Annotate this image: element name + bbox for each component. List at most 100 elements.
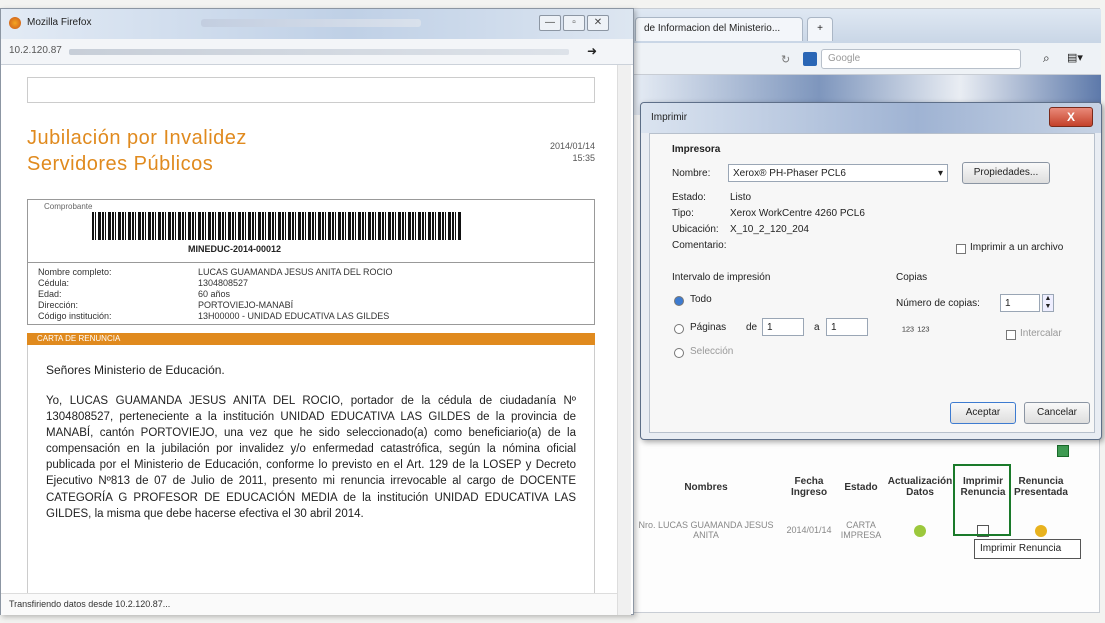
section-band: CARTA DE RENUNCIA xyxy=(27,333,595,345)
new-tab-button[interactable]: + xyxy=(807,17,833,41)
collate-illustration-icon: ¹²³ ¹²³ xyxy=(902,324,930,338)
column-header-nombres: Nombres xyxy=(684,481,728,493)
comment-label: Comentario: xyxy=(672,240,727,251)
print-dialog: Imprimir X Impresora Nombre: Xerox® PH-P… xyxy=(640,102,1102,440)
type-label: Tipo: xyxy=(672,208,694,219)
reload-icon[interactable]: ↻ xyxy=(781,53,790,66)
info-label: Dirección: xyxy=(38,300,79,310)
info-label: Edad: xyxy=(38,289,62,299)
copies-title: Copias xyxy=(896,272,928,283)
accept-button[interactable]: Aceptar xyxy=(950,402,1016,424)
location-label: Ubicación: xyxy=(672,224,719,235)
barcode-text: MINEDUC-2014-00012 xyxy=(188,244,282,254)
range-title: Intervalo de impresión xyxy=(672,272,771,283)
range-pages-label: Páginas xyxy=(690,322,727,333)
cell-fecha: 2014/01/14 xyxy=(786,525,832,536)
google-icon xyxy=(803,52,817,66)
navigation-bar: ↻ Google ⌕ ▤▾ xyxy=(631,43,1101,75)
update-status-icon[interactable] xyxy=(914,525,926,537)
cell-nombres: Nro. LUCAS GUAMANDA JESUS ANITA xyxy=(638,520,774,540)
print-to-file-checkbox[interactable] xyxy=(956,244,966,254)
dialog-title: Imprimir xyxy=(651,112,688,123)
highlight-print-column xyxy=(953,464,1011,536)
url-rest xyxy=(69,49,569,55)
tab-ministerio[interactable]: de Informacion del Ministerio... xyxy=(635,17,803,41)
cell-estado: CARTA IMPRESA xyxy=(840,520,882,540)
range-selection-radio[interactable] xyxy=(674,348,684,358)
update-data-cell xyxy=(885,519,955,543)
info-value: LUCAS GUAMANDA JESUS ANITA DEL ROCIO xyxy=(198,267,393,277)
window-close-button[interactable]: ✕ xyxy=(587,15,609,31)
firefox-icon xyxy=(9,17,21,29)
column-header-fecha: Fecha Ingreso xyxy=(790,476,828,498)
pages-to-input[interactable]: 1 xyxy=(826,318,868,336)
letter-box: Señores Ministerio de Educación. Yo, LUC… xyxy=(27,345,595,595)
range-selection-label: Selección xyxy=(690,346,734,357)
barcode-label: Comprobante xyxy=(44,202,93,211)
search-input[interactable]: Google xyxy=(821,49,1021,69)
url-text: 10.2.120.87 xyxy=(9,45,62,56)
popup-title-rest xyxy=(201,19,421,27)
popup-url-bar[interactable]: 10.2.120.87 ➜ xyxy=(1,39,633,65)
range-pages-radio[interactable] xyxy=(674,324,684,334)
close-button[interactable]: X xyxy=(1049,107,1093,127)
status-value: Listo xyxy=(730,192,752,203)
range-all-radio[interactable] xyxy=(674,296,684,306)
menu-icon[interactable]: ▤▾ xyxy=(1067,51,1083,64)
document-date: 2014/01/14 xyxy=(549,141,595,151)
status-label: Estado: xyxy=(672,192,706,203)
go-arrow-icon[interactable]: ➜ xyxy=(587,44,597,58)
collate-checkbox[interactable] xyxy=(1006,330,1016,340)
info-value: 1304808527 xyxy=(198,278,249,288)
letter-greeting: Señores Ministerio de Educación. xyxy=(46,363,225,377)
info-label: Código institución: xyxy=(38,311,112,321)
printer-select-value: Xerox® PH-Phaser PCL6 xyxy=(733,168,846,179)
search-icon[interactable]: ⌕ xyxy=(1043,51,1050,66)
printer-select[interactable]: Xerox® PH-Phaser PCL6 ▾ xyxy=(728,164,948,182)
info-value: 60 años xyxy=(198,289,231,299)
barcode-box: Comprobante MINEDUC-2014-00012 xyxy=(27,199,595,263)
barcode-image xyxy=(92,212,462,240)
pages-from-label: de xyxy=(746,322,758,333)
collate-label: Intercalar xyxy=(1020,328,1062,339)
cancel-button[interactable]: Cancelar xyxy=(1024,402,1090,424)
excel-icon[interactable] xyxy=(1057,445,1069,457)
dialog-titlebar: Imprimir X xyxy=(641,103,1101,133)
scrollbar[interactable] xyxy=(617,65,631,615)
properties-button[interactable]: Propiedades... xyxy=(962,162,1050,184)
printer-section-title: Impresora xyxy=(672,144,721,155)
info-value: PORTOVIEJO-MANABÍ xyxy=(198,300,294,310)
info-box: Nombre completo: LUCAS GUAMANDA JESUS AN… xyxy=(27,263,595,325)
popup-title: Mozilla Firefox xyxy=(27,17,92,28)
pages-from-input[interactable]: 1 xyxy=(762,318,804,336)
info-value: 13H00000 - UNIDAD EDUCATIVA LAS GILDES xyxy=(198,311,390,321)
maximize-button[interactable]: ▫ xyxy=(563,15,585,31)
print-to-file-label: Imprimir a un archivo xyxy=(970,242,1064,253)
popup-titlebar: Mozilla Firefox — ▫ ✕ xyxy=(1,9,633,39)
type-value: Xerox WorkCentre 4260 PCL6 xyxy=(730,208,865,219)
chevron-down-icon: ▾ xyxy=(937,168,943,179)
resignation-status-icon[interactable] xyxy=(1035,525,1047,537)
document-datetime: 2014/01/14 15:35 xyxy=(535,141,595,164)
column-header-estado: Estado xyxy=(844,481,878,493)
document-title-line2: Servidores Públicos xyxy=(27,153,214,175)
copies-input[interactable]: 1 xyxy=(1000,294,1040,312)
copies-stepper[interactable]: ▲ ▼ xyxy=(1042,294,1054,312)
document-title-line1: Jubilación por Invalidez xyxy=(27,127,247,149)
dialog-body: Impresora Nombre: Xerox® PH-Phaser PCL6 … xyxy=(649,133,1095,433)
minimize-button[interactable]: — xyxy=(539,15,561,31)
status-text: Transfiriendo datos desde 10.2.120.87... xyxy=(9,599,171,609)
column-header-renuncia: Renuncia Presentada xyxy=(1014,476,1068,498)
pages-to-label: a xyxy=(814,322,820,333)
letter-body: Yo, LUCAS GUAMANDA JESUS ANITA DEL ROCIO… xyxy=(46,395,576,520)
document-time: 15:35 xyxy=(572,152,595,163)
info-label: Nombre completo: xyxy=(38,267,112,277)
info-label: Cédula: xyxy=(38,278,70,288)
printer-name-label: Nombre: xyxy=(672,168,711,179)
tooltip-imprimir-renuncia: Imprimir Renuncia xyxy=(974,539,1081,559)
location-value: X_10_2_120_204 xyxy=(730,224,809,235)
column-header-actualizacion: Actualización Datos xyxy=(887,476,953,498)
status-bar: Transfiriendo datos desde 10.2.120.87... xyxy=(1,593,617,615)
copies-label: Número de copias: xyxy=(896,298,980,309)
document-top-frame xyxy=(27,77,595,103)
